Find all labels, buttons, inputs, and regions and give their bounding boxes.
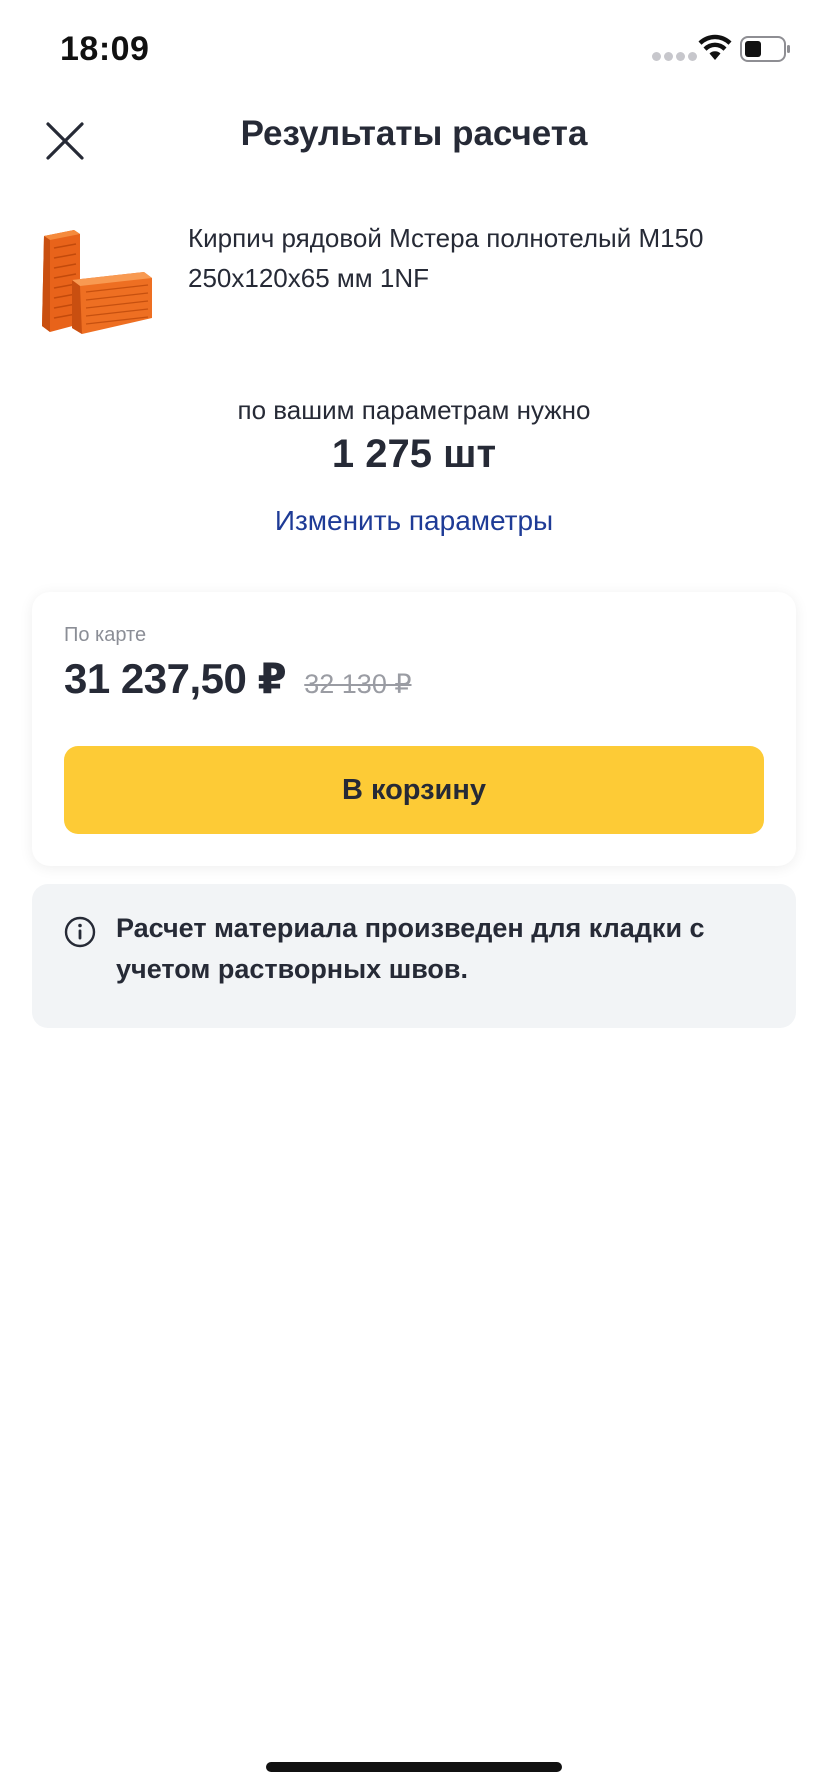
price-old: 32 130 ₽ bbox=[304, 669, 412, 699]
wifi-icon bbox=[698, 34, 732, 60]
info-block: Расчет материала произведен для кладки с… bbox=[32, 884, 796, 1028]
home-indicator[interactable] bbox=[266, 1762, 562, 1772]
change-params-container: Изменить параметры bbox=[0, 505, 828, 537]
battery-icon bbox=[740, 36, 790, 62]
header: Результаты расчета bbox=[0, 100, 828, 180]
status-time: 18:09 bbox=[60, 30, 150, 68]
change-params-link[interactable]: Изменить параметры bbox=[275, 505, 553, 536]
status-bar: 18:09 bbox=[0, 0, 828, 100]
price-row: 31 237,50 ₽ 32 130 ₽ bbox=[64, 654, 412, 703]
product-name[interactable]: Кирпич рядовой Мстера полнотелый М150 25… bbox=[188, 218, 788, 298]
info-text: Расчет материала произведен для кладки с… bbox=[116, 913, 705, 984]
price-card: По карте 31 237,50 ₽ 32 130 ₽ В корзину bbox=[32, 592, 796, 866]
add-to-cart-button[interactable]: В корзину bbox=[64, 746, 764, 834]
page-title: Результаты расчета bbox=[240, 114, 588, 153]
price-current: 31 237,50 ₽ bbox=[64, 655, 287, 702]
brick-image bbox=[42, 230, 152, 334]
cellular-signal-icon bbox=[652, 52, 697, 61]
result-caption: по вашим параметрам нужно bbox=[237, 395, 591, 425]
product-info: Кирпич рядовой Мстера полнотелый М150 25… bbox=[36, 218, 796, 338]
price-label: По карте bbox=[64, 624, 147, 646]
result-amount: 1 275 шт bbox=[331, 432, 497, 476]
info-icon bbox=[64, 916, 96, 948]
